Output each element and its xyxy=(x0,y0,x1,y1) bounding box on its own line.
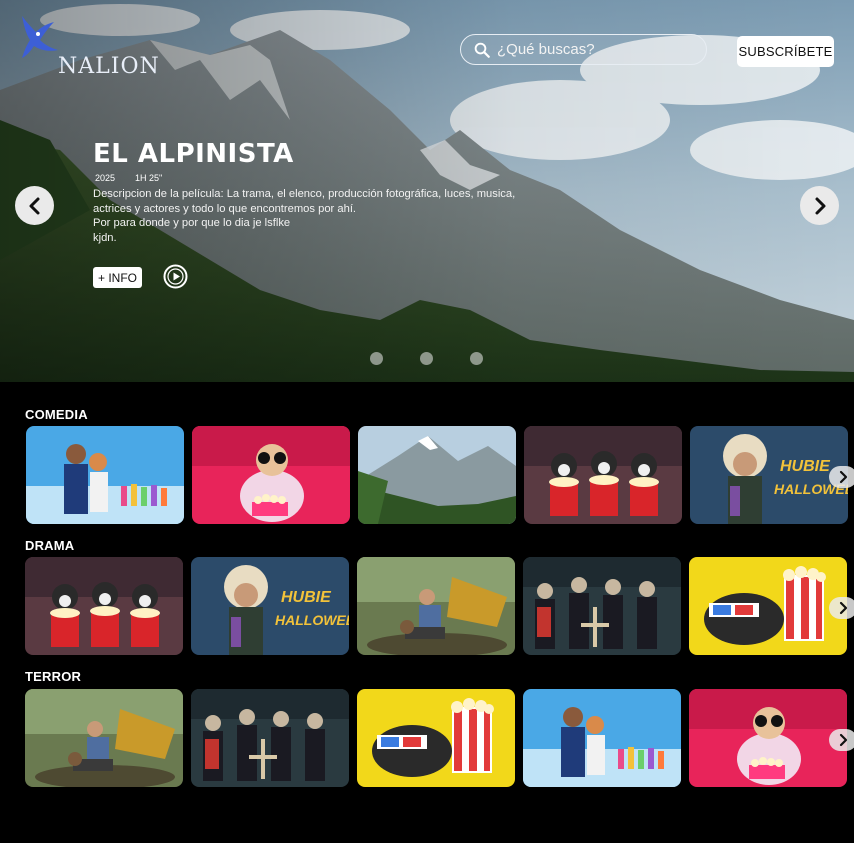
movie-thumbnail xyxy=(524,426,682,524)
brand-logo[interactable]: NALION xyxy=(14,10,159,79)
movie-card-forest-fight[interactable] xyxy=(357,557,515,655)
hero-description: Descripcion de la película: La trama, el… xyxy=(93,187,533,245)
movie-card-hubie-halloween[interactable]: HUBIEHALLOWEEN xyxy=(690,426,848,524)
search-bar[interactable] xyxy=(460,34,707,65)
play-button[interactable] xyxy=(163,264,188,289)
movie-thumbnail xyxy=(192,426,350,524)
movie-card-dog-popcorn-sofa[interactable] xyxy=(689,689,847,787)
movie-thumbnail xyxy=(357,689,515,787)
chevron-right-icon xyxy=(815,197,825,214)
hero-prev-button[interactable] xyxy=(15,186,54,225)
movie-thumbnail xyxy=(26,426,184,524)
row-title-terror: TERROR xyxy=(25,669,82,684)
movie-card-hubie-halloween[interactable]: HUBIE HALLOWEEN xyxy=(191,557,349,655)
carousel-dot[interactable] xyxy=(420,352,433,365)
movie-row-terror xyxy=(25,689,854,787)
movie-card-zombie-group[interactable] xyxy=(523,557,681,655)
row-title-comedia: COMEDIA xyxy=(25,407,88,422)
movie-thumbnail: HUBIE HALLOWEEN xyxy=(191,557,349,655)
movie-card-three-dogs-popcorn[interactable] xyxy=(25,557,183,655)
movie-thumbnail xyxy=(358,426,516,524)
movie-thumbnail xyxy=(25,689,183,787)
svg-text:HUBIE: HUBIE xyxy=(780,458,831,475)
hero-banner: NALION SUBSCRÍBETE EL ALPINISTA 2025 1H … xyxy=(0,0,854,382)
movie-thumbnail xyxy=(25,557,183,655)
movie-card-mountain-forest[interactable] xyxy=(358,426,516,524)
movie-card-zombie-group[interactable] xyxy=(191,689,349,787)
movie-row-drama: HUBIE HALLOWEEN xyxy=(25,557,854,655)
movie-card-dog-3d-glasses[interactable] xyxy=(357,689,515,787)
carousel-dot[interactable] xyxy=(470,352,483,365)
hero-duration: 1H 25" xyxy=(135,173,163,183)
carousel-dot[interactable] xyxy=(370,352,383,365)
hero-year: 2025 xyxy=(95,173,116,183)
movie-card-dog-3d-glasses[interactable] xyxy=(689,557,847,655)
movie-thumbnail xyxy=(523,689,681,787)
hero-title: EL ALPINISTA xyxy=(93,139,294,169)
row-next-button[interactable] xyxy=(829,466,854,488)
play-icon xyxy=(163,264,188,289)
row-next-button[interactable] xyxy=(829,729,854,751)
movie-thumbnail: HUBIEHALLOWEEN xyxy=(690,426,848,524)
hero-description-line: actrices y actores y todo lo que encontr… xyxy=(93,202,357,215)
hero-description-line: kjdn. xyxy=(93,231,117,244)
chevron-right-icon xyxy=(839,733,848,747)
movie-row-comedia: HUBIEHALLOWEEN xyxy=(25,426,854,524)
subscribe-button[interactable]: SUBSCRÍBETE xyxy=(737,36,834,67)
movie-card-couple-poster[interactable] xyxy=(523,689,681,787)
hero-next-button[interactable] xyxy=(800,186,839,225)
movie-thumbnail xyxy=(191,689,349,787)
chevron-right-icon xyxy=(839,601,848,615)
svg-text:HUBIE: HUBIE xyxy=(281,589,332,606)
more-info-button[interactable]: + INFO xyxy=(93,267,142,288)
brand-name: NALION xyxy=(58,54,160,79)
movie-card-couple-poster[interactable] xyxy=(26,426,184,524)
hero-description-line: Descripcion de la película: La trama, el… xyxy=(93,188,516,200)
chevron-right-icon xyxy=(839,470,848,484)
hero-description-line: Por para donde y por que lo dia je lsflk… xyxy=(93,217,291,229)
movie-thumbnail xyxy=(523,557,681,655)
movie-thumbnail xyxy=(689,689,847,787)
chevron-left-icon xyxy=(29,197,39,214)
movie-thumbnail xyxy=(689,557,847,655)
row-next-button[interactable] xyxy=(829,597,854,619)
carousel-indicators xyxy=(370,352,483,365)
svg-text:HALLOWEEN: HALLOWEEN xyxy=(275,612,349,628)
movie-thumbnail xyxy=(357,557,515,655)
bird-icon xyxy=(22,16,58,58)
movie-card-forest-fight[interactable] xyxy=(25,689,183,787)
search-icon xyxy=(474,42,490,58)
movie-card-dog-popcorn-sofa[interactable] xyxy=(192,426,350,524)
movie-card-three-dogs-popcorn[interactable] xyxy=(524,426,682,524)
hero-meta: 2025 1H 25" xyxy=(95,173,162,183)
search-input[interactable] xyxy=(497,41,697,58)
row-title-drama: DRAMA xyxy=(25,538,75,553)
